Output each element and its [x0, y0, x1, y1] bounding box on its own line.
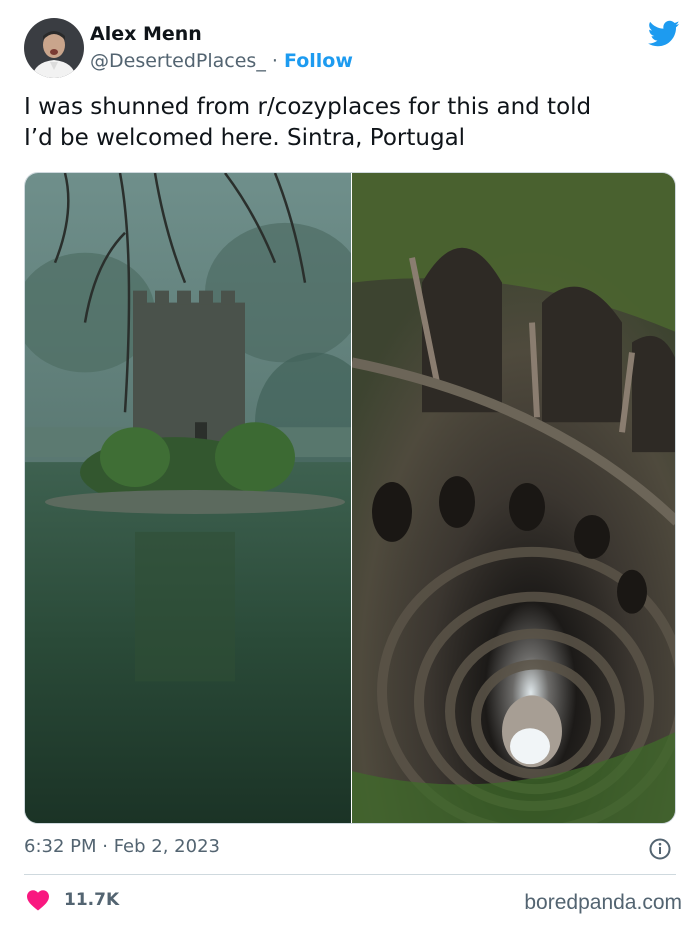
avatar[interactable] — [24, 18, 84, 78]
like-count: 11.7K — [64, 890, 120, 910]
author-handle-line: @DesertedPlaces_ · Follow — [90, 50, 353, 72]
info-icon[interactable] — [648, 837, 672, 861]
tweet-text-line-2: I’d be welcomed here. Sintra, Portugal — [24, 125, 466, 151]
author-name[interactable]: Alex Menn — [90, 23, 202, 45]
spiral-well-photo[interactable] — [352, 173, 675, 823]
tweet-timestamp[interactable]: 6:32 PM · Feb 2, 2023 — [24, 836, 220, 857]
tweet-header: Alex Menn @DesertedPlaces_ · Follow — [24, 18, 680, 80]
castle-tower-photo[interactable] — [25, 173, 351, 823]
tweet-text-line-1: I was shunned from r/cozyplaces for this… — [24, 94, 592, 120]
handle-separator: · — [271, 50, 278, 72]
author-handle[interactable]: @DesertedPlaces_ — [90, 50, 266, 72]
heart-icon[interactable] — [26, 889, 50, 911]
source-watermark: boredpanda.com — [524, 891, 682, 914]
twitter-bird-icon[interactable] — [648, 20, 680, 48]
follow-button[interactable]: Follow — [284, 50, 353, 72]
tweet-text: I was shunned from r/cozyplaces for this… — [24, 92, 674, 154]
engagement-divider — [24, 874, 676, 875]
likes-row[interactable]: 11.7K — [26, 887, 119, 913]
tweet-media[interactable] — [24, 172, 676, 824]
